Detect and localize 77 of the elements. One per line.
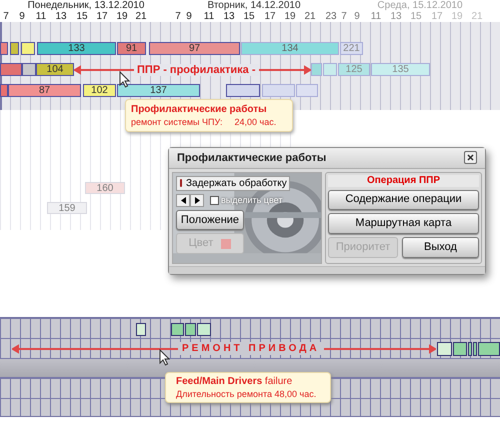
hour-label: 9 <box>186 11 192 22</box>
hour-label: 9 <box>354 11 360 22</box>
task-bar[interactable] <box>22 63 36 76</box>
task-block[interactable] <box>468 342 472 356</box>
right-arrow-icon <box>194 196 200 204</box>
task-bar[interactable]: 97 <box>149 42 240 55</box>
hour-label: 13 <box>223 11 235 22</box>
window-title: Профилактические работы <box>177 150 326 166</box>
hour-label: 19 <box>116 11 128 22</box>
dialog-button[interactable]: Выход <box>402 236 479 258</box>
task-block[interactable] <box>478 342 500 356</box>
task-bar[interactable]: 91 <box>117 42 146 55</box>
hour-label: 15 <box>76 11 88 22</box>
hour-label: 13 <box>390 11 402 22</box>
cursor-icon <box>159 349 170 366</box>
hour-label: 17 <box>96 11 108 22</box>
tooltip-title: Профилактические работы <box>131 103 268 116</box>
hour-label: 21 <box>135 11 147 22</box>
task-bar[interactable]: 137 <box>117 84 200 97</box>
group-title: Операция ППР <box>328 174 479 187</box>
left-arrow-icon <box>180 196 186 204</box>
hour-label: 11 <box>36 11 46 22</box>
day-label: Понедельник, 13.12.2010 <box>28 0 144 11</box>
hour-label: 7 <box>341 11 347 22</box>
hour-label: 13 <box>55 11 67 22</box>
hour-label: 17 <box>431 11 443 22</box>
task-bar[interactable]: 134 <box>241 42 339 55</box>
task-bar[interactable] <box>10 42 19 55</box>
hour-label: 23 <box>325 11 337 22</box>
task-block[interactable] <box>473 342 477 356</box>
tooltip-value: 24,00 час. <box>234 116 276 128</box>
tooltip-text: Длительность ремонта 48,00 час. <box>176 388 318 400</box>
task-block[interactable] <box>453 342 467 356</box>
task-block[interactable] <box>437 342 452 356</box>
task-bar[interactable] <box>0 42 8 55</box>
task-bar[interactable]: 104 <box>36 63 74 76</box>
task-bar[interactable]: 159 <box>47 202 87 214</box>
hour-label: 9 <box>19 11 25 22</box>
hour-label: 11 <box>204 11 214 22</box>
maintenance-label: ППР - профилактика - <box>134 64 258 76</box>
task-block[interactable] <box>185 323 196 336</box>
hour-label: 21 <box>471 11 483 22</box>
hour-label: 19 <box>284 11 296 22</box>
day-label: Вторник, 14.12.2010 <box>207 0 301 11</box>
task-bar[interactable]: 102 <box>83 84 116 97</box>
task-bar[interactable]: 133 <box>37 42 116 55</box>
hour-label: 21 <box>304 11 316 22</box>
close-icon <box>467 154 474 162</box>
previous-button[interactable] <box>176 194 190 207</box>
task-bar[interactable] <box>21 42 35 55</box>
task-bar[interactable] <box>226 84 260 97</box>
dialog-button[interactable]: Содержание операции <box>328 190 479 210</box>
dialog-button[interactable]: Маршрутная карта <box>328 212 479 234</box>
tooltip-title: Feed/Main Drivers failure <box>176 375 294 388</box>
close-button[interactable] <box>464 151 477 164</box>
hold-button[interactable]: Задержать обработку <box>176 176 290 191</box>
dialog-button[interactable]: Положение <box>176 210 244 230</box>
hour-label: 19 <box>451 11 463 22</box>
repair-label: РЕМОНТ ПРИВОДА <box>178 342 324 355</box>
hour-label: 7 <box>3 11 9 22</box>
hour-label: 7 <box>175 11 181 22</box>
next-button[interactable] <box>190 194 204 207</box>
hour-label: 15 <box>243 11 255 22</box>
task-bar[interactable]: 87 <box>8 84 81 97</box>
color-swatch <box>221 238 232 249</box>
task-block[interactable] <box>136 323 146 336</box>
hour-label: 11 <box>370 11 382 22</box>
task-bar[interactable]: 135 <box>371 63 430 76</box>
task-bar[interactable]: 160 <box>85 182 125 194</box>
hour-label: 15 <box>410 11 422 22</box>
hour-label: 17 <box>264 11 276 22</box>
day-label: Среда, 15.12.2010 <box>377 0 463 11</box>
task-block[interactable] <box>197 323 211 336</box>
tooltip-text: ремонт системы ЧПУ: <box>131 116 222 128</box>
cursor-icon <box>119 71 130 88</box>
checkbox-label: выделить цвет <box>221 194 282 207</box>
task-block[interactable] <box>171 323 184 336</box>
